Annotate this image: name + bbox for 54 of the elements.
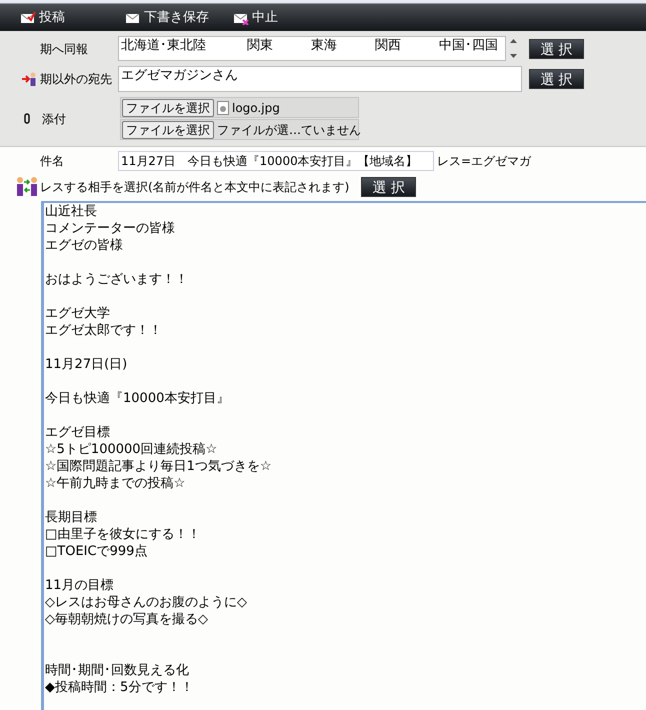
field-label: 期以外の宛先 bbox=[40, 71, 113, 88]
subject-suffix: レス=エグゼマガ bbox=[437, 152, 532, 170]
body-line: ☆国際問題記事より毎日1つ気づきを☆ bbox=[45, 458, 272, 475]
field-label: 件名 bbox=[40, 152, 65, 170]
list-option[interactable]: 中国･四国 bbox=[439, 37, 503, 60]
body-line: □TOEICで999点 bbox=[45, 543, 148, 560]
list-option[interactable]: 東海 bbox=[311, 37, 375, 60]
body-line: ◇レスはお母さんのお腹のように◇ bbox=[45, 594, 247, 611]
body-line: 11月27日(日) bbox=[45, 356, 128, 373]
body-line: ☆午前九時までの投稿☆ bbox=[45, 475, 186, 492]
body-line: コメンテーターの皆様 bbox=[45, 220, 175, 237]
body-line: □由里子を彼女にする！！ bbox=[45, 526, 200, 543]
person-arrow-icon bbox=[22, 72, 37, 86]
body-line: 山近社長 bbox=[45, 203, 97, 220]
body-line: 時間･期間･回数見える化 bbox=[45, 662, 189, 679]
list-box[interactable]: 北海道･東北陸 関東 東海 関西 中国･四国 bbox=[118, 36, 506, 61]
scroll-up-icon[interactable] bbox=[510, 39, 516, 43]
reply-label: レスする相手を選択(名前が件名と本文中に表記されます) bbox=[40, 179, 350, 196]
body-line: エグゼ目標 bbox=[45, 424, 110, 441]
body-textarea[interactable] bbox=[41, 201, 646, 710]
mail-x-icon bbox=[233, 10, 249, 24]
body-line: ◆投稿時間：5分です！！ bbox=[45, 679, 194, 696]
mail-icon bbox=[125, 10, 141, 24]
body-line: 長期目標 bbox=[45, 509, 97, 526]
body-line: 今日も快適『10000本安打目』 bbox=[45, 390, 230, 407]
field-label: 期へ同報 bbox=[40, 40, 89, 58]
file-select-button[interactable]: ファイルを選択 bbox=[122, 98, 214, 116]
subject-field[interactable]: 11月27日 今日も快適『10000本安打目』【地域名】 bbox=[118, 150, 434, 170]
select-button[interactable]: 選 択 bbox=[361, 177, 416, 197]
list-option[interactable]: 関西 bbox=[375, 37, 439, 60]
body-line: おはようございます！！ bbox=[45, 271, 188, 288]
body-line: エグゼ太郎です！！ bbox=[45, 322, 162, 339]
select-button[interactable]: 選 択 bbox=[529, 69, 584, 89]
file-name: ファイルが選…ていません bbox=[217, 122, 361, 138]
body-line: ☆5トピ100000回連続投稿☆ bbox=[45, 441, 218, 458]
paperclip-icon bbox=[24, 113, 30, 124]
body-line: ◇毎朝朝焼けの写真を撮る◇ bbox=[45, 611, 208, 628]
recipient-field[interactable]: エグゼマガジンさん bbox=[118, 66, 522, 92]
toolbar-button[interactable]: 投稿 bbox=[20, 8, 125, 28]
file-name: logo.jpg bbox=[232, 100, 280, 116]
list-option[interactable]: 北海道･東北陸 bbox=[121, 37, 247, 60]
body-line: エグゼの皆様 bbox=[45, 237, 123, 254]
body-line: 11月の目標 bbox=[45, 577, 114, 594]
file-select-button[interactable]: ファイルを選択 bbox=[122, 120, 214, 138]
scroll-down-icon[interactable] bbox=[510, 54, 516, 58]
field-label: 添付 bbox=[42, 110, 67, 128]
toolbar-button[interactable]: 下書き保存 bbox=[125, 8, 233, 28]
select-button[interactable]: 選 択 bbox=[529, 38, 584, 58]
mail-check-icon bbox=[20, 10, 36, 24]
image-file-icon bbox=[217, 100, 229, 114]
people-swap-icon bbox=[16, 177, 38, 197]
list-option[interactable]: 関東 bbox=[247, 37, 311, 60]
body-line: エグゼ大学 bbox=[45, 305, 110, 322]
toolbar-button[interactable]: 中止 bbox=[233, 8, 293, 28]
